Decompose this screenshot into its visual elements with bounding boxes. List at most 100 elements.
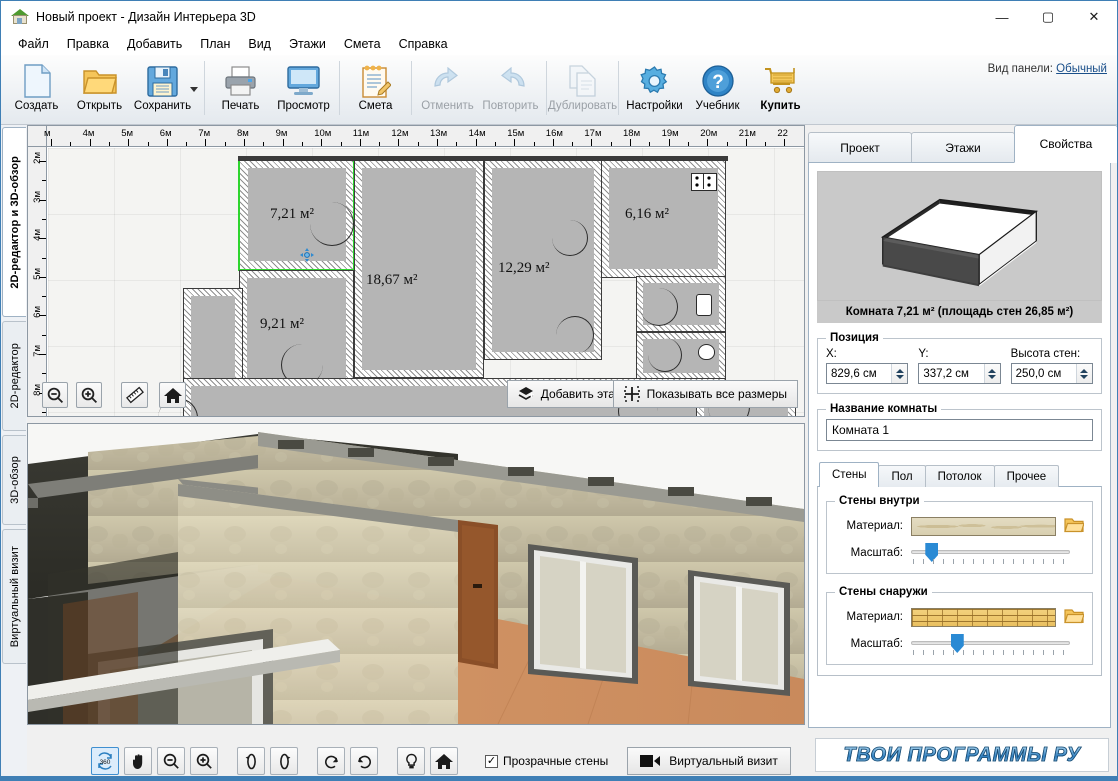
x-spinner[interactable] xyxy=(826,363,909,384)
right-panel: Проект Этажи Свойства Комната 7,21 м² (п… xyxy=(804,125,1117,780)
tab-project[interactable]: Проект xyxy=(808,132,912,163)
transparent-walls-checkbox-wrap[interactable]: ✓ Прозрачные стены xyxy=(485,754,608,768)
menu-edit[interactable]: Правка xyxy=(58,35,118,53)
virtual-visit-icon xyxy=(640,755,661,767)
menu-help[interactable]: Справка xyxy=(390,35,457,53)
x-input[interactable] xyxy=(827,366,892,381)
rotate-left-icon xyxy=(245,753,256,769)
y-spinner[interactable] xyxy=(918,363,1001,384)
y-spinner-arrows[interactable] xyxy=(983,364,1000,383)
estimate-button[interactable]: Смета xyxy=(344,55,407,123)
tab-ceiling[interactable]: Потолок xyxy=(924,465,995,487)
ruler-tick xyxy=(552,139,554,146)
menu-add[interactable]: Добавить xyxy=(118,35,191,53)
panel-view-link[interactable]: Обычный xyxy=(1056,63,1107,75)
wall-height-spinner-arrows[interactable] xyxy=(1075,364,1092,383)
ruler-label: 2м xyxy=(32,152,43,164)
plan-canvas[interactable]: 7,21 м² 18,67 м² 9,21 м² 12,29 м² 6,16 м… xyxy=(48,148,804,416)
position-legend: Позиция xyxy=(830,332,879,344)
ruler-label: м xyxy=(44,128,51,139)
plan-zoom-in-button[interactable] xyxy=(76,382,102,408)
rotate-right-button[interactable] xyxy=(270,747,298,775)
3d-view[interactable] xyxy=(27,423,805,725)
ruler-tick xyxy=(379,142,381,146)
zoom-in-icon xyxy=(196,753,212,769)
tab-other[interactable]: Прочее xyxy=(993,465,1060,487)
floor-plan-view[interactable]: м 4м 5м 6м 7м 8м 9м 10м 11м 12м 13м 14м 15м 16м 17м 18м… xyxy=(27,125,805,417)
close-button[interactable]: ✕ xyxy=(1071,1,1117,33)
tilt-ccw-button[interactable] xyxy=(317,747,345,775)
spin-up-icon[interactable] xyxy=(1080,368,1089,373)
ruler-tick xyxy=(51,139,52,146)
orbit-360-button[interactable]: 360 xyxy=(91,747,119,775)
show-all-sizes-button[interactable]: Показывать все размеры xyxy=(612,380,798,408)
menu-plan[interactable]: План xyxy=(191,35,239,53)
tilt-ccw-icon xyxy=(324,755,338,768)
print-button[interactable]: Печать xyxy=(209,55,272,123)
minimize-button[interactable]: — xyxy=(979,1,1025,33)
menu-file[interactable]: Файл xyxy=(9,35,58,53)
settings-button[interactable]: Настройки xyxy=(623,55,686,123)
ruler-tick xyxy=(39,276,46,278)
tab-floor[interactable]: Пол xyxy=(878,465,926,487)
save-dropdown-caret-icon[interactable] xyxy=(190,87,198,92)
spin-down-icon[interactable] xyxy=(988,374,997,379)
spin-up-icon[interactable] xyxy=(895,368,904,373)
ruler-tick xyxy=(42,180,46,182)
new-project-button[interactable]: Создать xyxy=(5,55,68,123)
walls-inside-material-swatch[interactable] xyxy=(911,516,1056,536)
walls-outside-material-swatch[interactable] xyxy=(911,607,1056,627)
virtual-visit-button[interactable]: Виртуальный визит xyxy=(627,747,791,775)
tab-properties[interactable]: Свойства xyxy=(1014,125,1117,163)
tab-floors[interactable]: Этажи xyxy=(911,132,1015,163)
home-view-button[interactable] xyxy=(430,747,458,775)
zoom-in-button[interactable] xyxy=(190,747,218,775)
menu-view[interactable]: Вид xyxy=(239,35,280,53)
plan-measure-button[interactable] xyxy=(121,382,148,408)
menu-floors[interactable]: Этажи xyxy=(280,35,335,53)
menu-estimate[interactable]: Смета xyxy=(335,35,390,53)
wall-height-spinner[interactable] xyxy=(1010,363,1093,384)
wall-height-input[interactable] xyxy=(1011,366,1076,381)
open-project-label: Открыть xyxy=(76,100,123,112)
rotate-left-button[interactable] xyxy=(237,747,265,775)
ruler-tick xyxy=(630,139,631,146)
plan-zoom-out-button[interactable] xyxy=(42,382,68,408)
walls-outside-browse-button[interactable] xyxy=(1064,607,1085,627)
save-project-button[interactable]: Сохранить xyxy=(131,55,194,123)
duplicate-button[interactable]: Дублировать xyxy=(548,55,617,123)
bathtub-icon[interactable] xyxy=(696,294,712,316)
maximize-button[interactable]: ▢ xyxy=(1025,1,1071,33)
y-input[interactable] xyxy=(919,366,984,381)
toilet-icon[interactable] xyxy=(698,344,715,360)
left-tab-2d-editor[interactable]: 2D-редактор xyxy=(2,321,26,431)
walls-inside-scale-slider[interactable] xyxy=(911,542,1070,564)
preview-button[interactable]: Просмотр xyxy=(272,55,335,123)
undo-button[interactable]: Отменить xyxy=(416,55,479,123)
zoom-out-button[interactable] xyxy=(157,747,185,775)
room-name-input[interactable] xyxy=(826,419,1093,441)
room-fill[interactable] xyxy=(362,168,476,370)
tutorial-button[interactable]: ? Учебник xyxy=(686,55,749,123)
plan-home-button[interactable] xyxy=(159,382,186,408)
tab-walls[interactable]: Стены xyxy=(819,462,880,487)
left-tab-2d-and-3d[interactable]: 2D-редактор и 3D-обзор xyxy=(2,127,26,317)
walls-inside-browse-button[interactable] xyxy=(1064,516,1085,536)
spin-down-icon[interactable] xyxy=(1080,374,1089,379)
buy-button[interactable]: Купить xyxy=(749,55,812,123)
x-spinner-arrows[interactable] xyxy=(891,364,908,383)
left-tab-3d-view[interactable]: 3D-обзор xyxy=(2,435,26,525)
zoom-out-icon xyxy=(47,387,63,403)
light-button[interactable] xyxy=(397,747,425,775)
spin-up-icon[interactable] xyxy=(988,368,997,373)
spin-down-icon[interactable] xyxy=(895,374,904,379)
walls-outside-legend: Стены снаружи xyxy=(839,586,928,598)
transparent-walls-checkbox[interactable]: ✓ xyxy=(485,754,498,768)
pan-hand-button[interactable] xyxy=(124,747,152,775)
open-project-button[interactable]: Открыть xyxy=(68,55,131,123)
tilt-cw-button[interactable] xyxy=(350,747,378,775)
redo-button[interactable]: Повторить xyxy=(479,55,542,123)
left-tab-virtual-visit[interactable]: Виртуальный визит xyxy=(2,529,26,664)
walls-outside-scale-slider[interactable] xyxy=(911,633,1070,655)
window-symbol-icon[interactable] xyxy=(691,173,717,191)
